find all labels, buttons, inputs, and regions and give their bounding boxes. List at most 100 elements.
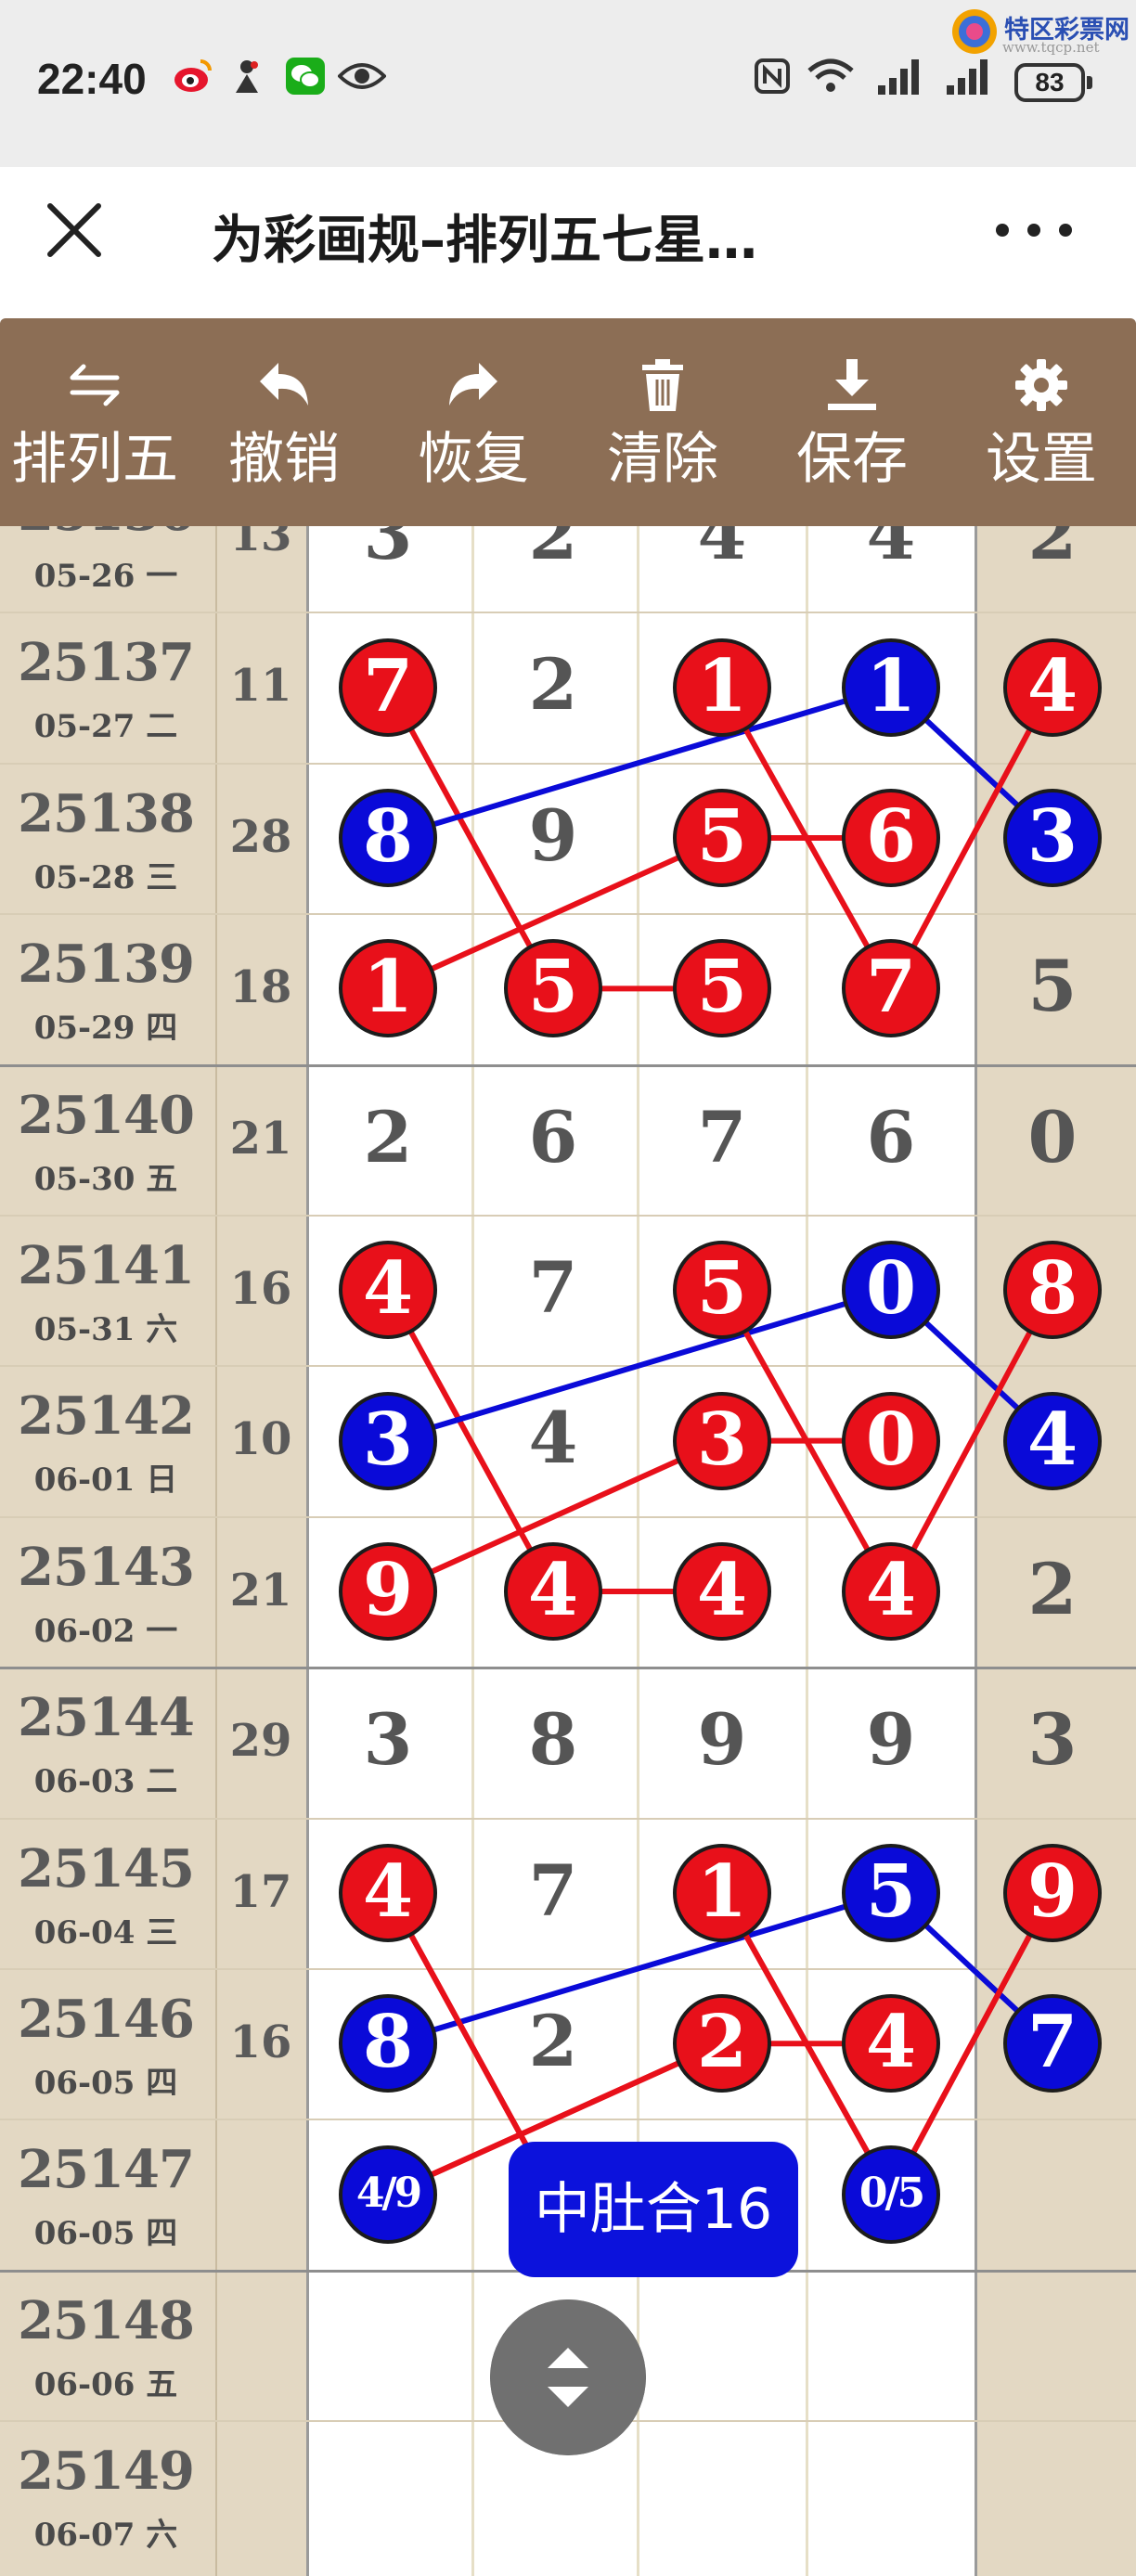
close-icon[interactable] (37, 193, 111, 267)
marked-digit-ball[interactable]: 0 (842, 1391, 940, 1490)
issue-date: 05-26 一 (33, 558, 178, 595)
digit-cell[interactable]: 2 (497, 2000, 609, 2082)
digit-cell[interactable]: 6 (835, 1096, 947, 1179)
marked-digit-ball[interactable]: 1 (842, 638, 940, 737)
issue-number: 25144 (18, 1687, 195, 1749)
watermark-url: www.tqcp.net (1002, 39, 1100, 56)
marked-digit-ball[interactable]: 4 (339, 1241, 437, 1340)
more-icon[interactable] (988, 212, 1080, 249)
nfc-icon (755, 58, 790, 94)
row-divider (0, 2119, 1136, 2121)
marked-digit-ball[interactable]: 3 (339, 1391, 437, 1490)
signal-icon-2 (947, 59, 988, 95)
digit-cell[interactable]: 5 (997, 945, 1108, 1027)
issue-number: 25146 (18, 1989, 195, 2050)
status-time: 22:40 (37, 55, 147, 103)
toolbar-button-lottery-type[interactable]: 排列五 (0, 318, 189, 526)
marked-digit-ball[interactable]: 5 (673, 1241, 771, 1340)
issue-date: 06-06 五 (33, 2365, 178, 2403)
marked-digit-ball[interactable]: 9 (339, 1542, 437, 1641)
digit-cell[interactable]: 3 (332, 526, 444, 575)
marked-digit-ball[interactable]: 8 (339, 1994, 437, 2093)
marked-digit-ball[interactable]: 8 (1003, 1241, 1102, 1340)
app-notification-icon (236, 60, 258, 93)
table-row: 25146 06-05 四 16 2 (0, 1968, 1136, 2119)
issue-date: 06-02 一 (33, 1612, 178, 1650)
save-button[interactable]: 保存 (757, 318, 947, 526)
row-divider (0, 762, 1136, 765)
marked-digit-ball[interactable]: 3 (1003, 789, 1102, 887)
digit-cell[interactable]: 2 (497, 526, 609, 575)
marked-digit-ball[interactable]: 5 (842, 1843, 940, 1942)
download-icon (828, 359, 876, 410)
result-badge[interactable]: 中肚合16 (509, 2142, 798, 2277)
marked-digit-ball[interactable]: 5 (673, 939, 771, 1038)
toolbar-label: 保存 (796, 427, 908, 492)
marked-digit-ball[interactable]: 5 (673, 789, 771, 887)
marked-digit-ball[interactable]: 4 (339, 1843, 437, 1942)
marked-digit-ball[interactable]: 4 (1003, 1391, 1102, 1490)
wifi-icon (807, 58, 854, 92)
toolbar-label: 清除 (607, 427, 718, 492)
digit-cell[interactable]: 8 (497, 1698, 609, 1781)
marked-digit-ball[interactable]: 5 (504, 939, 602, 1038)
up-down-arrows-icon[interactable] (490, 2299, 646, 2455)
digit-cell[interactable]: 7 (666, 1096, 778, 1179)
digit-cell[interactable]: 3 (997, 1698, 1108, 1781)
marked-digit-ball[interactable]: 4 (842, 1542, 940, 1641)
marked-digit-ball[interactable]: 9 (1003, 1843, 1102, 1942)
digit-cell[interactable]: 2 (997, 1548, 1108, 1630)
issue-date: 06-05 四 (33, 2065, 178, 2102)
marked-digit-ball[interactable]: 0 (842, 1241, 940, 1340)
row-divider (0, 612, 1136, 614)
marked-digit-ball[interactable]: 1 (339, 939, 437, 1038)
digit-cell[interactable]: 9 (666, 1698, 778, 1781)
digit-sum: 16 (229, 2016, 292, 2068)
marked-digit-ball[interactable]: 8 (339, 789, 437, 887)
marked-digit-ball[interactable]: 3 (673, 1391, 771, 1490)
digit-cell[interactable]: 7 (497, 1246, 609, 1329)
marked-digit-ball[interactable]: 7 (339, 638, 437, 737)
swap-icon (70, 364, 120, 406)
table-row: 25137 05-27 二 11 2 (0, 612, 1136, 762)
wechat-icon (286, 58, 325, 95)
digit-cell[interactable]: 7 (497, 1849, 609, 1932)
trash-icon (642, 359, 683, 411)
issue-date: 05-29 四 (33, 1010, 178, 1048)
row-divider (0, 1515, 1136, 1518)
marked-digit-ball[interactable]: 7 (842, 939, 940, 1038)
issue-number: 25142 (18, 1385, 195, 1448)
issue-date: 05-27 二 (33, 708, 178, 746)
marked-digit-ball[interactable]: 4 (504, 1542, 602, 1641)
settings-button[interactable]: 设置 (947, 318, 1136, 526)
marked-digit-ball[interactable]: 2 (673, 1994, 771, 2093)
digit-cell[interactable]: 2 (332, 1096, 444, 1179)
clear-button[interactable]: 清除 (568, 318, 757, 526)
digit-cell[interactable]: 4 (835, 526, 947, 575)
issue-number: 25148 (18, 2289, 195, 2351)
digit-cell[interactable]: 4 (666, 526, 778, 575)
page-title: 为彩画规–排列五七星… (212, 211, 757, 271)
undo-button[interactable]: 撤销 (189, 318, 379, 526)
marked-digit-ball[interactable]: 7 (1003, 1994, 1102, 2093)
digit-cell[interactable]: 2 (497, 643, 609, 726)
digit-cell[interactable]: 9 (497, 794, 609, 877)
weibo-icon (174, 59, 212, 92)
marked-digit-ball[interactable]: 4 (842, 1994, 940, 2093)
digit-cell[interactable]: 2 (997, 526, 1108, 575)
marked-digit-ball[interactable]: 1 (673, 1843, 771, 1942)
redo-button[interactable]: 恢复 (379, 318, 568, 526)
digit-cell[interactable]: 3 (332, 1698, 444, 1781)
issue-date: 06-03 二 (33, 1763, 178, 1801)
marked-digit-ball[interactable]: 0/5 (842, 2145, 940, 2244)
digit-cell[interactable]: 0 (997, 1096, 1108, 1179)
marked-digit-ball[interactable]: 6 (842, 789, 940, 887)
marked-digit-ball[interactable]: 1 (673, 638, 771, 737)
marked-digit-ball[interactable]: 4 (1003, 638, 1102, 737)
digit-cell[interactable]: 6 (497, 1096, 609, 1179)
marked-digit-ball[interactable]: 4/9 (339, 2145, 437, 2244)
table-row: 25145 06-04 三 17 7 (0, 1817, 1136, 1968)
digit-cell[interactable]: 4 (497, 1397, 609, 1479)
digit-cell[interactable]: 9 (835, 1698, 947, 1781)
marked-digit-ball[interactable]: 4 (673, 1542, 771, 1641)
